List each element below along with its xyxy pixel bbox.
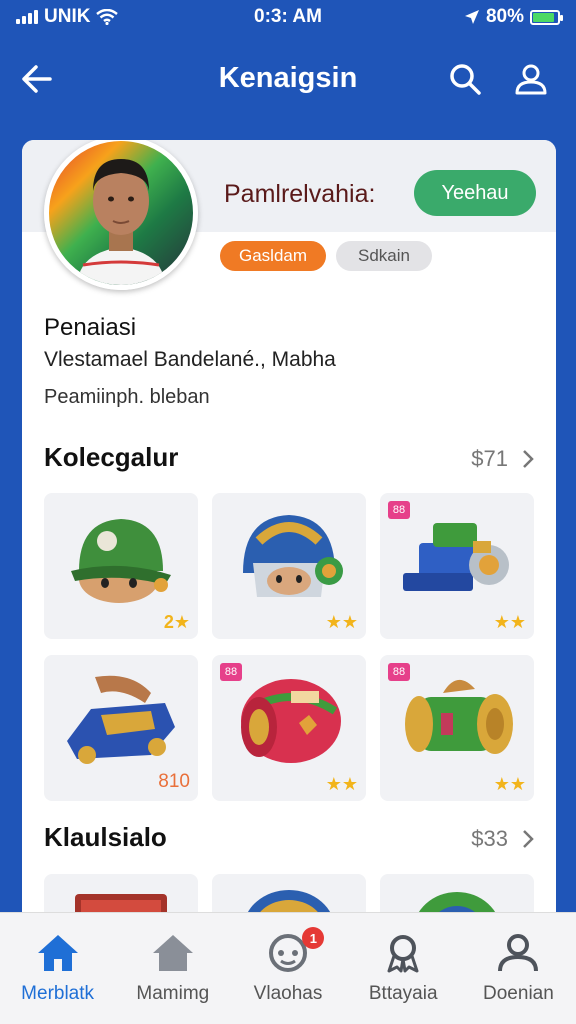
collection-see-all[interactable]: $71 [471,446,534,472]
page-title: Kenaigsin [218,62,358,94]
second-section-see-all[interactable]: $33 [471,826,534,852]
nav-label: Vlaohas [253,983,323,1004]
person-icon [498,934,539,972]
blue-helmet-icon [243,515,343,597]
location-icon [464,10,479,24]
nav-item-home[interactable]: Merblatk [0,913,115,1024]
nav-label: Bttayaia [368,983,438,1004]
profile-icon [515,64,547,95]
collection-count: $71 [471,446,508,471]
house-icon [152,935,193,971]
section-title-second: Klaulsialo [44,822,167,852]
profile-button[interactable] [508,56,554,102]
item-rating: ★★ [325,612,358,632]
nav-label: Merblatk [21,983,95,1004]
search-icon [450,64,481,95]
collection-item-green-helmet[interactable]: 2★ [44,493,198,639]
blue-cart-icon [67,675,175,764]
profile-meta: Peamiinph. bleban [44,386,210,408]
red-drum-icon [241,679,341,763]
nav-item-game[interactable]: 1 Vlaohas [230,913,345,1024]
profile-subtitle: Vlestamael Bandelané., Mabha [44,348,336,371]
ribbon-icon [387,935,419,973]
status-badge-secondary[interactable]: Sdkain [336,241,432,271]
item-rating: ★★ [325,774,358,794]
avatar [44,140,198,290]
nav-label: Doenian [483,983,554,1004]
item-price: 810 [158,771,190,792]
battery-percent: 80% [485,6,524,27]
collection-item-blue-cart[interactable]: 810 [44,655,198,801]
collection-item-red-drum[interactable]: 88 ★★ [212,655,366,801]
item-rating: 2★ [163,612,190,632]
blue-cannon-icon [403,523,509,591]
home-icon [37,935,78,971]
chevron-right-icon [523,450,534,468]
avatar-portrait [77,159,165,285]
profile-name: Penaiasi [44,314,137,341]
profile-display-name: Pamlrelvahia: [224,180,376,208]
item-rating: ★★ [493,774,526,794]
status-bar: UNIK 0:3: AM 80% [0,0,576,36]
nav-item-house[interactable]: Mamimg [115,913,230,1024]
green-helmet-icon [71,519,171,603]
follow-button[interactable]: Yeehau [414,170,536,216]
bottom-nav: Merblatk Mamimg 1 Vlaohas Bttayaia Doeni… [0,912,576,1024]
collection-item-green-drum[interactable]: 88 ★★ [380,655,534,801]
collection-item-blue-helmet[interactable]: ★★ [212,493,366,639]
collection-item-blue-cannon[interactable]: 88 ★★ [380,493,534,639]
second-section-count: $33 [471,826,508,851]
profile-card: Pamlrelvahia: Yeehau Gasldam Sdkain Pena… [22,140,556,970]
search-button[interactable] [442,56,488,102]
item-rating: ★★ [493,612,526,632]
chevron-right-icon [523,830,534,848]
nav-item-person[interactable]: Doenian [461,913,576,1024]
battery-icon [530,9,563,25]
green-drum-icon [405,679,513,754]
nav-label: Mamimg [136,983,210,1004]
nav-item-ribbon[interactable]: Bttayaia [346,913,461,1024]
status-badge[interactable]: Gasldam [220,241,326,271]
notification-badge: 1 [302,927,325,949]
app-header: Kenaigsin [0,44,576,114]
section-title-collection: Kolecgalur [44,442,179,472]
